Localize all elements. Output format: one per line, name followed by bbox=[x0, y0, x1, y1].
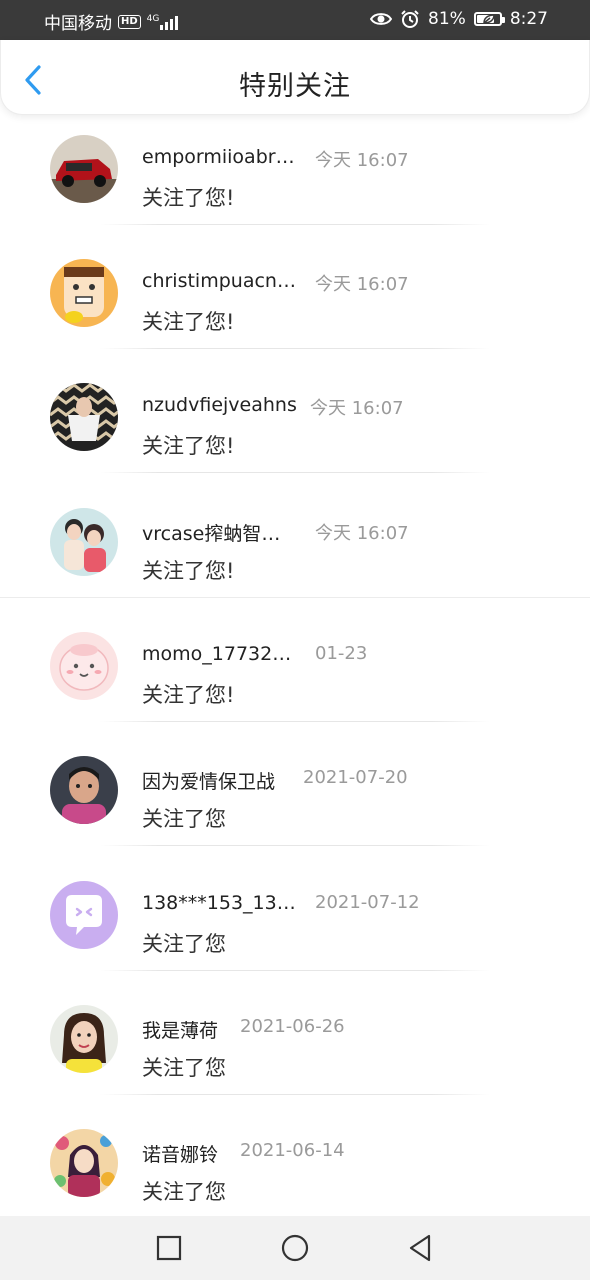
user-name[interactable]: nzudvfiejveahns bbox=[142, 394, 297, 416]
page-title: 特别关注 bbox=[239, 71, 351, 102]
user-name[interactable]: vrcase搾蚋智… bbox=[142, 519, 280, 546]
divider bbox=[100, 721, 490, 722]
follow-message: 关注了您! bbox=[142, 186, 235, 210]
system-navigation-bar bbox=[0, 1216, 590, 1280]
list-item[interactable]: 138***153_13… 2021-07-12 关注了您 bbox=[0, 881, 590, 1006]
list-item[interactable]: nzudvfiejveahns 今天 16:07 关注了您! bbox=[0, 383, 590, 508]
status-bar: 中国移动 HD 4G 81% 8:27 bbox=[0, 0, 590, 40]
status-left: 中国移动 HD 4G bbox=[44, 9, 179, 34]
timestamp: 2021-06-26 bbox=[240, 1016, 345, 1037]
follow-message: 关注了您! bbox=[142, 559, 235, 583]
follow-message: 关注了您! bbox=[142, 683, 235, 707]
divider bbox=[100, 472, 490, 473]
divider bbox=[100, 970, 490, 971]
divider bbox=[100, 845, 490, 846]
follow-message: 关注了您 bbox=[142, 1056, 226, 1080]
divider bbox=[100, 1094, 490, 1095]
divider bbox=[100, 348, 490, 349]
timestamp: 2021-06-14 bbox=[240, 1140, 345, 1161]
user-name[interactable]: momo_17732… bbox=[142, 643, 291, 665]
signal-icon: 4G bbox=[147, 14, 179, 30]
list-item[interactable]: momo_17732… 01-23 关注了您! bbox=[0, 632, 590, 757]
follow-message: 关注了您! bbox=[142, 310, 235, 334]
timestamp: 今天 16:07 bbox=[310, 398, 404, 419]
list-item[interactable]: 因为爱情保卫战 2021-07-20 关注了您 bbox=[0, 756, 590, 881]
status-right: 81% 8:27 bbox=[370, 9, 548, 29]
carrier-label: 中国移动 bbox=[44, 14, 112, 34]
back-nav-button[interactable] bbox=[406, 1234, 434, 1262]
user-name[interactable]: 138***153_13… bbox=[142, 892, 296, 914]
user-name[interactable]: 我是薄荷 bbox=[142, 1016, 218, 1043]
square-icon bbox=[156, 1235, 182, 1261]
user-name[interactable]: empormiioabr… bbox=[142, 146, 295, 168]
follow-message: 关注了您 bbox=[142, 807, 226, 831]
divider bbox=[100, 224, 490, 225]
home-button[interactable] bbox=[281, 1234, 309, 1262]
avatar[interactable] bbox=[50, 383, 118, 451]
avatar[interactable] bbox=[50, 1005, 118, 1073]
avatar[interactable] bbox=[50, 259, 118, 327]
divider bbox=[0, 597, 590, 598]
list-item[interactable]: empormiioabr… 今天 16:07 关注了您! bbox=[0, 135, 590, 260]
eye-icon bbox=[370, 13, 393, 25]
avatar[interactable] bbox=[50, 1129, 118, 1197]
hd-icon: HD bbox=[118, 14, 141, 29]
avatar[interactable] bbox=[50, 881, 118, 949]
timestamp: 2021-07-20 bbox=[303, 767, 408, 788]
alarm-icon bbox=[401, 10, 419, 28]
avatar[interactable] bbox=[50, 508, 118, 576]
clock-time: 8:27 bbox=[509, 9, 548, 29]
timestamp: 今天 16:07 bbox=[315, 274, 409, 295]
timestamp: 今天 16:07 bbox=[315, 150, 409, 171]
timestamp: 01-23 bbox=[315, 643, 368, 664]
timestamp: 今天 16:07 bbox=[315, 523, 409, 544]
timestamp: 2021-07-12 bbox=[315, 892, 420, 913]
user-name[interactable]: christimpuacn… bbox=[142, 270, 296, 292]
avatar[interactable] bbox=[50, 756, 118, 824]
page-header: 特别关注 bbox=[0, 40, 590, 115]
triangle-back-icon bbox=[409, 1234, 431, 1262]
follow-message: 关注了您! bbox=[142, 434, 235, 458]
battery-percent: 81% bbox=[428, 9, 466, 29]
battery-icon bbox=[473, 12, 505, 26]
follow-message: 关注了您 bbox=[142, 932, 226, 956]
circle-icon bbox=[281, 1234, 309, 1262]
user-name[interactable]: 诺音娜铃 bbox=[142, 1140, 218, 1167]
list-item[interactable]: 我是薄荷 2021-06-26 关注了您 bbox=[0, 1005, 590, 1130]
list-item[interactable]: christimpuacn… 今天 16:07 关注了您! bbox=[0, 259, 590, 384]
recent-apps-button[interactable] bbox=[155, 1234, 183, 1262]
avatar[interactable] bbox=[50, 632, 118, 700]
follow-message: 关注了您 bbox=[142, 1180, 226, 1204]
list-item[interactable]: vrcase搾蚋智… 今天 16:07 关注了您! bbox=[0, 508, 590, 633]
avatar[interactable] bbox=[50, 135, 118, 203]
network-type: 4G bbox=[146, 13, 160, 24]
user-name[interactable]: 因为爱情保卫战 bbox=[142, 767, 275, 794]
